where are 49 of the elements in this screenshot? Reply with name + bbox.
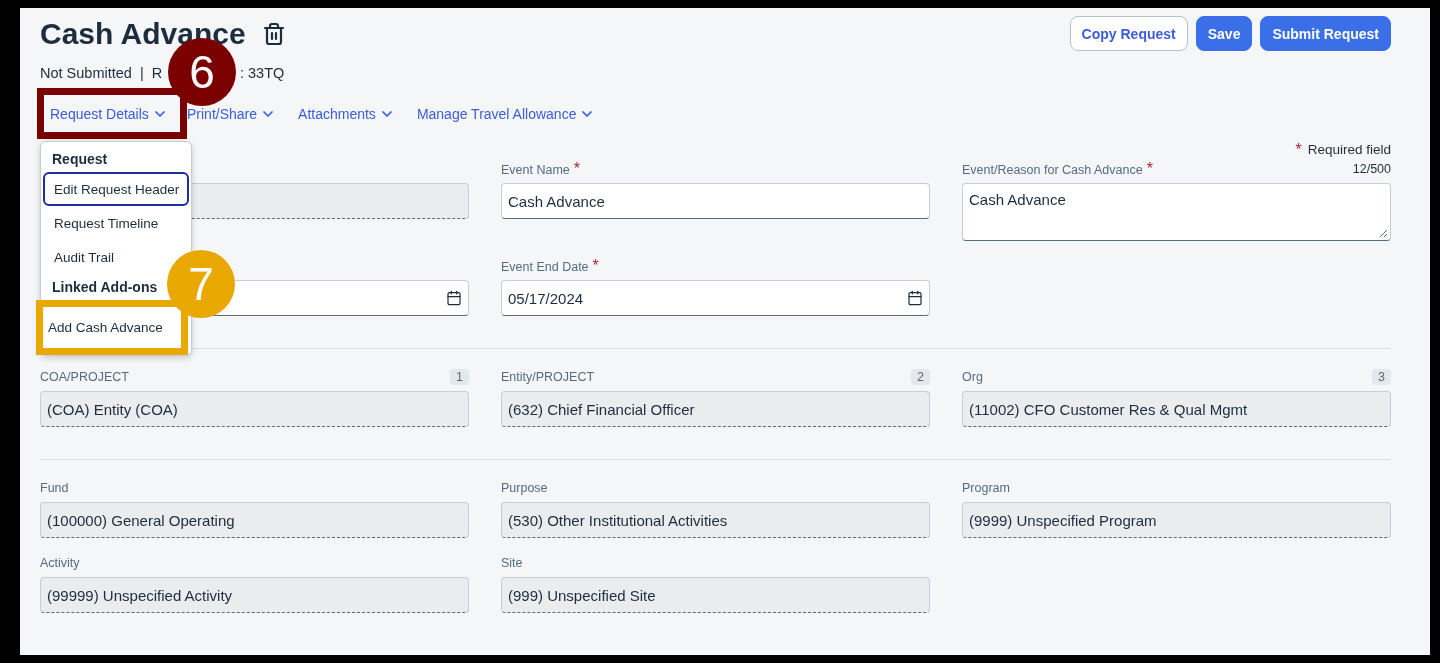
readonly-field[interactable]: (COA) Entity (COA) xyxy=(40,391,469,427)
segment-number: 3 xyxy=(1372,369,1391,385)
field-label: Activity xyxy=(40,556,80,570)
menu-item[interactable]: Edit Request Header xyxy=(43,172,189,206)
readonly-field[interactable]: (530) Other Institutional Activities xyxy=(501,502,930,538)
readonly-field[interactable]: (632) Chief Financial Officer xyxy=(501,391,930,427)
field-label: Fund xyxy=(40,481,69,495)
readonly-field[interactable]: (99999) Unspecified Activity xyxy=(40,577,469,613)
required-asterisk: * xyxy=(1146,160,1153,178)
field-label: Site xyxy=(501,556,523,570)
menu-tab[interactable]: Request Details xyxy=(50,105,168,122)
field-label: Program xyxy=(962,481,1010,495)
calendar-icon[interactable] xyxy=(446,290,462,306)
menu-tab[interactable]: Print/Share xyxy=(187,105,277,122)
secondary-button[interactable]: Copy Request xyxy=(1069,16,1188,51)
menu-section-header: Request xyxy=(51,150,109,169)
primary-button[interactable]: Save xyxy=(1195,16,1253,51)
required-asterisk: * xyxy=(573,160,580,178)
calendar-icon[interactable] xyxy=(907,290,923,306)
status-text: Not Submitted | R xyxy=(40,64,163,82)
primary-button[interactable]: Submit Request xyxy=(1260,16,1391,51)
text-area[interactable]: Cash Advance xyxy=(962,183,1391,241)
menu-section-header: Linked Add-ons xyxy=(51,278,159,297)
readonly-field[interactable]: (100000) General Operating xyxy=(40,502,469,538)
field-label: Event/Reason for Cash Advance * xyxy=(962,160,1153,178)
segment-number: 2 xyxy=(911,369,930,385)
field-label: Entity/PROJECT xyxy=(501,370,595,384)
menu-tab[interactable]: Attachments xyxy=(298,105,395,122)
field-label: Event Name * xyxy=(501,160,580,178)
resize-grip-icon[interactable] xyxy=(1378,228,1388,238)
field-label: COA/PROJECT xyxy=(40,370,129,384)
date-field[interactable]: 05/17/2024 xyxy=(501,280,930,316)
field-label: Purpose xyxy=(501,481,548,495)
character-counter: 12/500 xyxy=(1352,162,1391,176)
request-id-text: : 33TQ xyxy=(240,64,285,82)
readonly-field[interactable]: (11002) CFO Customer Res & Qual Mgmt xyxy=(962,391,1391,427)
field-label: Event End Date * xyxy=(501,257,599,275)
field-label: Org xyxy=(962,370,983,384)
required-asterisk: * xyxy=(1295,142,1302,158)
segment-number: 1 xyxy=(450,369,469,385)
menu-tab[interactable]: Manage Travel Allowance xyxy=(416,105,596,122)
required-field-note: Required field xyxy=(1307,142,1391,158)
readonly-field[interactable]: (999) Unspecified Site xyxy=(501,577,930,613)
input-field[interactable]: Cash Advance xyxy=(501,183,930,219)
readonly-field[interactable]: (9999) Unspecified Program xyxy=(962,502,1391,538)
required-asterisk: * xyxy=(592,257,599,275)
callout-badge: 7 xyxy=(167,250,235,318)
menu-item[interactable]: Add Cash Advance xyxy=(48,320,163,335)
delete-icon[interactable] xyxy=(261,22,286,46)
